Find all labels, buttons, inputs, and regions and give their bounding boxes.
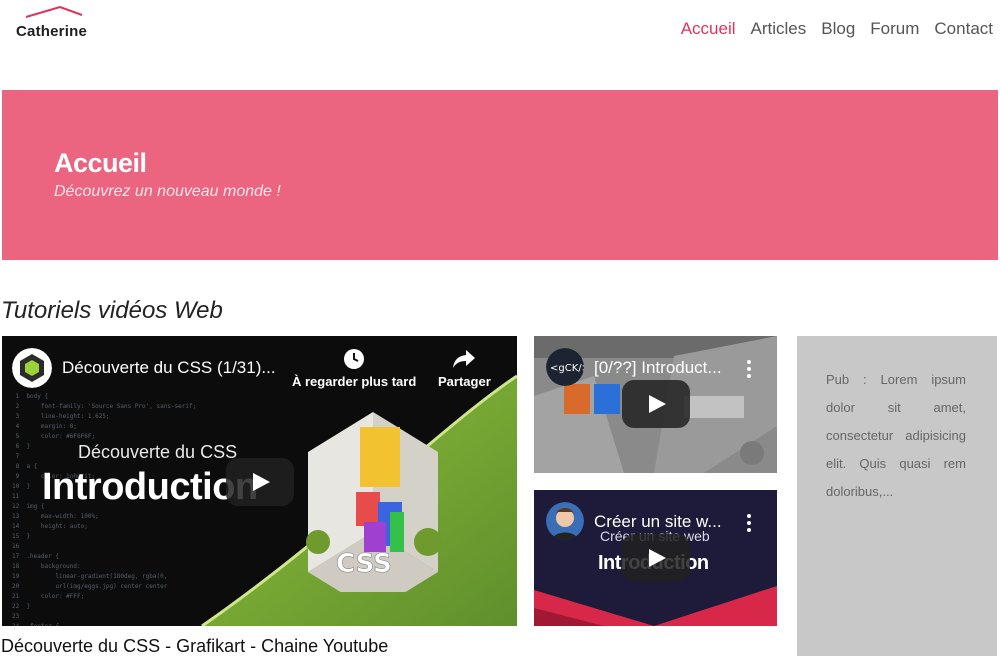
channel-logo-icon[interactable] (12, 348, 52, 388)
nav-item-blog[interactable]: Blog (821, 19, 855, 39)
nav-item-accueil[interactable]: Accueil (681, 19, 736, 39)
share-label: Partager (438, 374, 491, 389)
share-button[interactable]: Partager (438, 348, 491, 389)
avatar[interactable] (546, 502, 584, 540)
watch-later-button[interactable]: À regarder plus tard (292, 348, 416, 389)
nav-item-contact[interactable]: Contact (934, 19, 993, 39)
isometric-room-illustration: CSS (306, 412, 442, 592)
ad-box: Pub : Lorem ipsum dolor sit amet, consec… (797, 336, 997, 656)
ad-text: Pub : Lorem ipsum dolor sit amet, consec… (826, 372, 966, 499)
roof-icon (25, 6, 83, 18)
nav-item-articles[interactable]: Articles (751, 19, 807, 39)
page-title: Accueil (54, 148, 147, 178)
clock-icon (344, 349, 365, 369)
section-title: Tutoriels vidéos Web (1, 297, 223, 324)
channel-logo-icon[interactable]: <gCK/> (546, 348, 584, 386)
nav-item-forum[interactable]: Forum (870, 19, 919, 39)
more-options-icon[interactable] (747, 360, 751, 381)
svg-text:<gCK/>: <gCK/> (550, 363, 584, 374)
video-player-side-1[interactable]: <gCK/> [0/??] Introduct... (534, 336, 777, 473)
page-subtitle: Découvrez un nouveau monde ! (54, 183, 281, 200)
play-button[interactable] (622, 380, 690, 428)
play-button[interactable] (226, 458, 294, 506)
play-button[interactable] (622, 534, 690, 582)
site-logo[interactable]: Catherine (14, 6, 94, 46)
video-title[interactable]: Découverte du CSS (1/31)... (62, 358, 290, 378)
video-player-main[interactable]: 1 body { 2 font-family: 'Source Sans Pro… (2, 336, 517, 626)
video-caption: Découverte du CSS - Grafikart - Chaine Y… (1, 636, 389, 656)
main-nav: Accueil Articles Blog Forum Contact (681, 19, 993, 39)
svg-text:CSS: CSS (336, 549, 392, 579)
share-icon (453, 350, 476, 368)
watch-later-label: À regarder plus tard (292, 374, 417, 389)
video-player-side-2[interactable]: Créer un site web Introduction Créer un … (534, 490, 777, 626)
thumbnail-subtitle: Découverte du CSS (78, 442, 238, 462)
video-title[interactable]: [0/??] Introduct... (594, 358, 736, 378)
hero-banner: Accueil Découvrez un nouveau monde ! (2, 90, 998, 260)
more-options-icon[interactable] (747, 514, 751, 535)
video-title[interactable]: Créer un site w... (594, 512, 736, 532)
brand-name: Catherine (16, 23, 87, 40)
